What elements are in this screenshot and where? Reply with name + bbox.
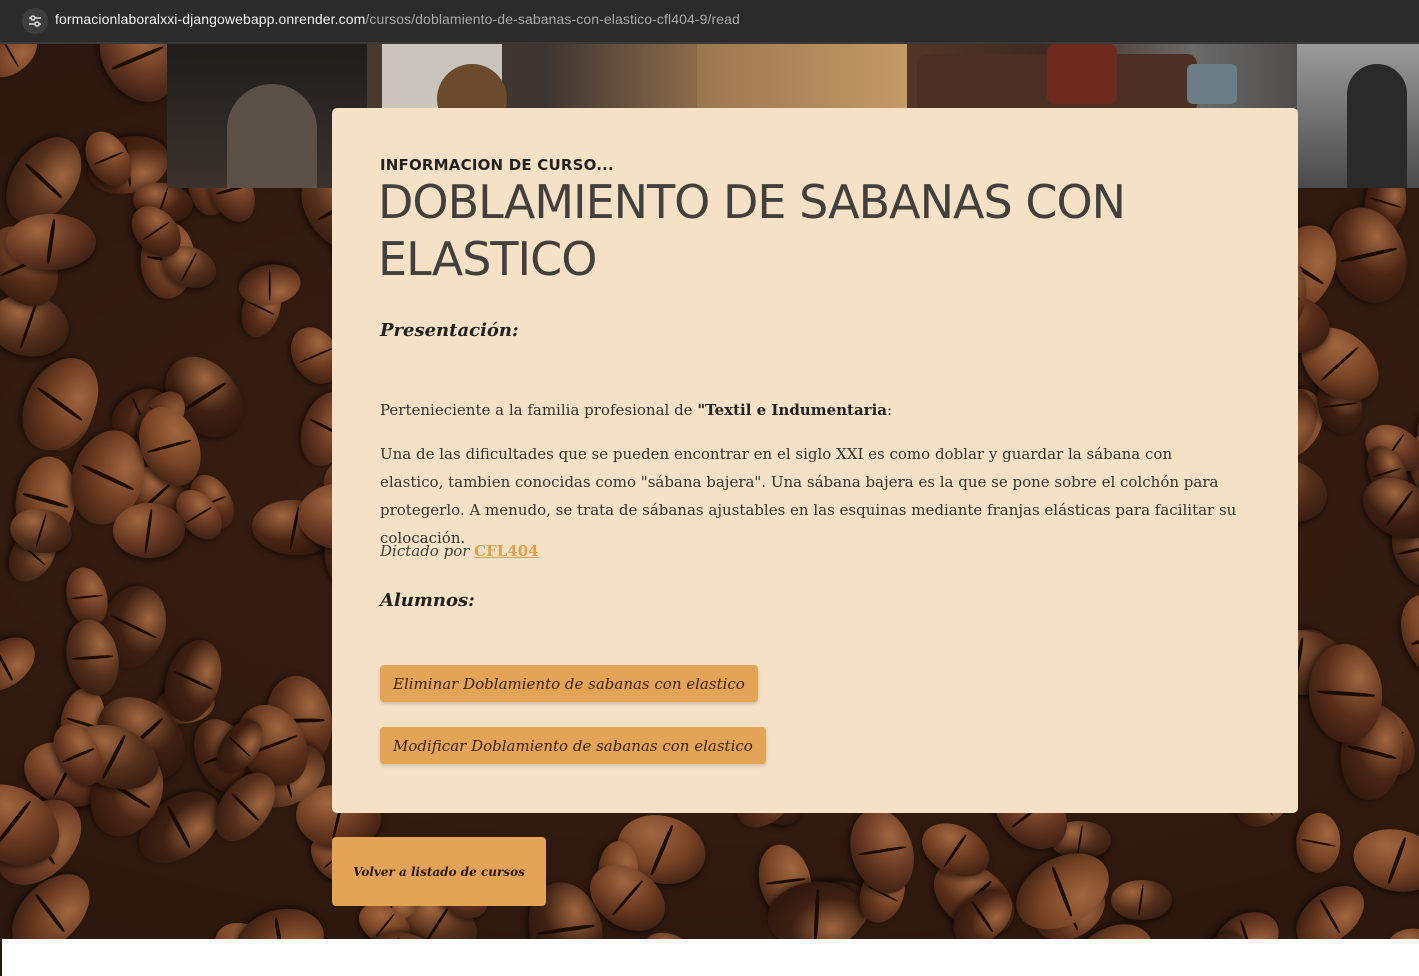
coffee-bean bbox=[1294, 812, 1342, 875]
taught-by-label: Dictado por bbox=[380, 542, 475, 560]
site-settings-icon[interactable] bbox=[22, 8, 48, 34]
family-suffix: : bbox=[887, 401, 893, 419]
delete-course-button[interactable]: Eliminar Doblamiento de sabanas con elas… bbox=[380, 665, 758, 702]
coffee-bean bbox=[1347, 821, 1419, 900]
family-prefix: Pertenieciente a la familia profesional … bbox=[380, 401, 698, 419]
browser-address-bar: formacionlaboralxxi-djangowebapp.onrende… bbox=[0, 0, 1419, 44]
coffee-bean bbox=[1388, 584, 1419, 692]
coffee-bean bbox=[1383, 923, 1419, 939]
course-eyebrow: INFORMACION DE CURSO... bbox=[380, 156, 614, 174]
page-footer-area bbox=[0, 939, 1419, 976]
course-description: Una de las dificultades que se pueden en… bbox=[380, 445, 1237, 547]
students-heading: Alumnos: bbox=[380, 590, 475, 611]
coffee-bean bbox=[227, 897, 333, 939]
family-name: "Textil e Indumentaria bbox=[697, 401, 888, 419]
coffee-bean bbox=[1352, 466, 1419, 552]
course-title: DOBLAMIENTO DE SABANAS CON ELASTICO bbox=[378, 174, 1258, 288]
family-line: Pertenieciente a la familia profesional … bbox=[380, 396, 1240, 424]
tune-icon bbox=[29, 15, 41, 27]
coffee-bean bbox=[1110, 880, 1172, 920]
coffee-bean bbox=[1205, 902, 1288, 939]
coffee-bean bbox=[1284, 873, 1376, 939]
url-path: /cursos/doblamiento-de-sabanas-con-elast… bbox=[365, 11, 740, 27]
edit-course-button[interactable]: Modificar Doblamiento de sabanas con ela… bbox=[380, 727, 766, 764]
taught-by: Dictado por CFL404 bbox=[380, 542, 539, 560]
coffee-bean bbox=[0, 626, 46, 703]
coffee-bean bbox=[0, 44, 47, 88]
presentation-heading: Presentación: bbox=[380, 320, 519, 341]
coffee-bean bbox=[112, 503, 186, 559]
url-field[interactable]: formacionlaboralxxi-djangowebapp.onrende… bbox=[55, 11, 740, 27]
coffee-bean bbox=[5, 213, 96, 271]
url-host: formacionlaboralxxi-djangowebapp.onrende… bbox=[55, 11, 366, 27]
course-card: INFORMACION DE CURSO... DOBLAMIENTO DE S… bbox=[332, 108, 1298, 813]
taught-by-link[interactable]: CFL404 bbox=[474, 542, 538, 560]
edge-divider bbox=[0, 939, 2, 976]
back-to-courses-button[interactable]: Volver a listado de cursos bbox=[332, 837, 546, 906]
course-title-text: DOBLAMIENTO DE SABANAS CON ELASTICO bbox=[378, 175, 1126, 286]
